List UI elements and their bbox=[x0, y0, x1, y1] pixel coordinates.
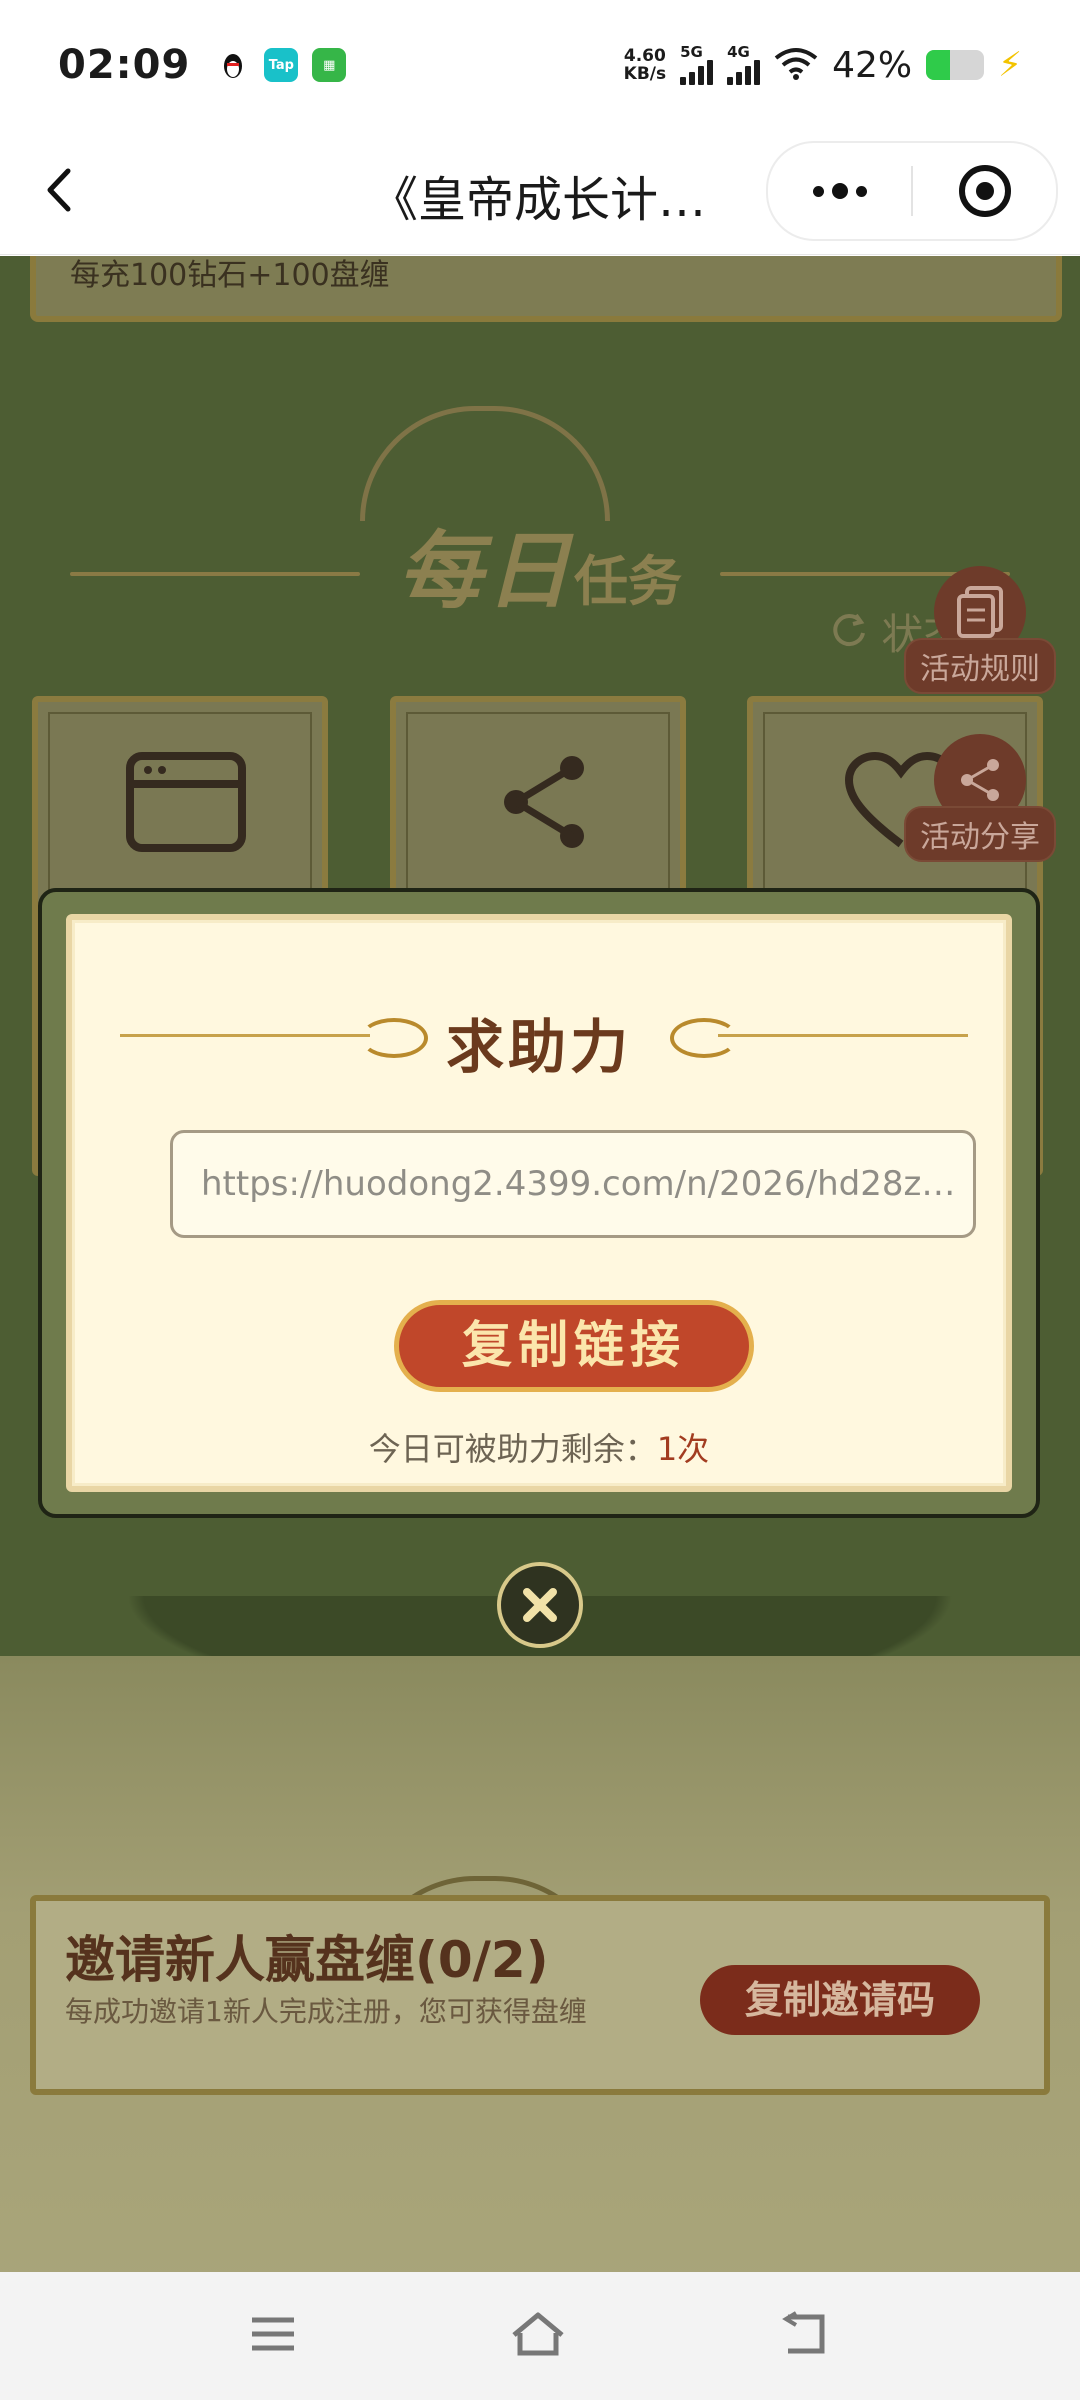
capsule-menu bbox=[766, 141, 1058, 241]
refresh-icon bbox=[833, 613, 865, 647]
invite-description: 每成功邀请1新人完成注册，您可获得盘缠 bbox=[65, 1995, 587, 2028]
taptap-icon: Tap bbox=[264, 48, 299, 82]
network-speed: 4.60 KB/s bbox=[623, 46, 667, 84]
back-button[interactable] bbox=[30, 160, 90, 220]
system-navigation-bar bbox=[0, 2272, 1080, 2400]
invite-title: 邀请新人赢盘缠(0/2) bbox=[65, 1931, 549, 1989]
charging-bolt-icon: ⚡ bbox=[998, 45, 1022, 85]
modal-title: 求助力 bbox=[445, 1013, 632, 1081]
chevron-left-icon bbox=[47, 168, 71, 212]
activity-share-button[interactable]: 活动分享 bbox=[895, 734, 1065, 862]
mini-program-nav-bar: 《皇帝成长计… bbox=[0, 130, 1080, 255]
modal-close-button[interactable] bbox=[497, 1562, 583, 1648]
recharge-task-text: 每充100钻石+100盘缠 bbox=[70, 258, 390, 293]
home-button[interactable] bbox=[508, 2309, 568, 2363]
battery-percent: 42% bbox=[832, 44, 913, 86]
share-icon bbox=[504, 756, 584, 848]
more-options-button[interactable] bbox=[768, 143, 911, 239]
back-nav-button[interactable] bbox=[778, 2311, 832, 2361]
notification-icons: Tap ▦ bbox=[216, 48, 347, 82]
activity-rules-button[interactable]: 活动规则 bbox=[895, 566, 1065, 694]
browser-window-icon bbox=[126, 752, 246, 852]
wifi-icon bbox=[774, 46, 818, 84]
copy-link-button[interactable]: 复制链接 bbox=[394, 1300, 754, 1392]
copy-invite-code-button[interactable]: 复制邀请码 bbox=[700, 1965, 980, 2035]
menu-button[interactable] bbox=[248, 2314, 298, 2358]
page-title: 《皇帝成长计… bbox=[370, 172, 707, 228]
status-bar: 02:09 Tap ▦ 4.60 KB/s 5G 4G 42% ⚡ bbox=[0, 0, 1080, 130]
status-time: 02:09 bbox=[58, 42, 191, 88]
qq-penguin-icon bbox=[216, 48, 251, 82]
remaining-help-count: 今日可被助力剩余：1次 bbox=[368, 1430, 710, 1468]
help-request-modal: 求助力 https://huodong2.4399.com/n/2026/hd2… bbox=[38, 888, 1040, 1518]
share-link-field[interactable]: https://huodong2.4399.com/n/2026/hd28z… bbox=[170, 1130, 976, 1238]
menu-icon bbox=[252, 2317, 294, 2351]
home-icon bbox=[512, 2312, 564, 2356]
close-mini-program-button[interactable] bbox=[913, 163, 1056, 219]
game-box-icon: ▦ bbox=[312, 48, 347, 82]
sim2-signal-icon: 4G bbox=[727, 45, 761, 85]
share-icon bbox=[961, 759, 999, 801]
close-icon bbox=[523, 1588, 557, 1622]
document-copy-icon bbox=[957, 586, 1003, 638]
sim1-signal-icon: 5G bbox=[680, 45, 714, 85]
return-icon bbox=[782, 2311, 825, 2354]
target-close-icon bbox=[958, 165, 1011, 217]
modal-panel: 求助力 https://huodong2.4399.com/n/2026/hd2… bbox=[66, 914, 1012, 1492]
battery-icon bbox=[926, 50, 985, 80]
